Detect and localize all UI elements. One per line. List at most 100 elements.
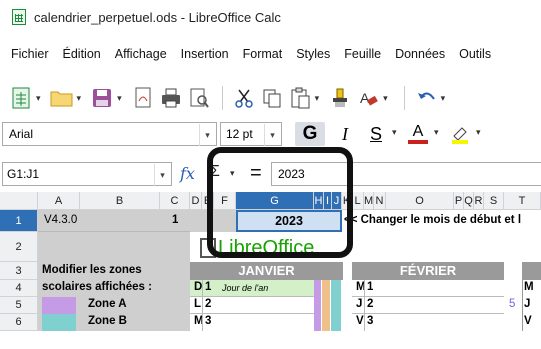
menu-insertion[interactable]: Insertion xyxy=(181,47,229,61)
day-feb-3: 3 xyxy=(367,315,374,327)
day-feb-1: 1 xyxy=(367,281,374,293)
column-header-b[interactable]: B xyxy=(80,192,160,210)
window-title: calendrier_perpetuel.ods - LibreOffice C… xyxy=(34,9,281,25)
undo-dropdown-icon[interactable]: ▾ xyxy=(441,93,446,104)
chevron-down-icon[interactable]: ▾ xyxy=(264,124,280,146)
column-header-l[interactable]: L xyxy=(352,192,364,210)
column-header-c[interactable]: C xyxy=(160,192,190,210)
grid-line xyxy=(522,280,523,331)
new-spreadsheet-icon[interactable] xyxy=(8,85,34,111)
version-label: V4.3.0 xyxy=(44,214,78,226)
font-size-combobox[interactable]: 12 pt ▾ xyxy=(220,122,282,146)
print-preview-icon[interactable] xyxy=(186,85,212,111)
print-icon[interactable] xyxy=(158,85,184,111)
clear-formatting-icon[interactable]: A xyxy=(355,85,381,111)
day-jan-1: 1 xyxy=(205,281,212,293)
row-header-6[interactable]: 6 xyxy=(0,314,38,331)
menu-fichier[interactable]: Fichier xyxy=(11,47,49,61)
column-header-n[interactable]: N xyxy=(374,192,386,210)
toolbar-separator xyxy=(221,86,223,110)
highlight-callout xyxy=(207,147,353,258)
column-header-o[interactable]: O xyxy=(386,192,454,210)
column-header-p[interactable]: P xyxy=(454,192,464,210)
zone-a-marker-column xyxy=(314,280,321,331)
column-header-q[interactable]: Q xyxy=(464,192,474,210)
row-header-2[interactable]: 2 xyxy=(0,232,38,262)
weekday-mar-3: V xyxy=(524,315,532,327)
menu-format[interactable]: Format xyxy=(243,47,283,61)
cut-icon[interactable] xyxy=(231,85,257,111)
highlight-color-button[interactable] xyxy=(447,122,473,146)
highlighter-icon xyxy=(452,127,468,144)
save-icon[interactable] xyxy=(89,85,115,111)
name-box[interactable]: G1:J1 ▾ xyxy=(2,162,172,186)
day-jan-3: 3 xyxy=(205,315,212,327)
column-header-r[interactable]: R xyxy=(474,192,484,210)
column-header-d[interactable]: D xyxy=(190,192,202,210)
row-header-1[interactable]: 1 xyxy=(0,210,38,232)
start-month-value[interactable]: 1 xyxy=(172,214,178,226)
select-all-corner[interactable] xyxy=(0,192,38,210)
grid-line xyxy=(352,313,504,314)
month-header-february: FÉVRIER xyxy=(352,262,504,280)
chevron-down-icon[interactable]: ▾ xyxy=(154,164,170,186)
row-divider xyxy=(38,231,190,232)
menu-affichage[interactable]: Affichage xyxy=(115,47,167,61)
open-dropdown-icon[interactable]: ▾ xyxy=(77,93,82,104)
save-dropdown-icon[interactable]: ▾ xyxy=(117,93,122,104)
toolbar-separator xyxy=(403,86,405,110)
chevron-down-icon[interactable]: ▾ xyxy=(199,124,215,146)
menu-styles[interactable]: Styles xyxy=(296,47,330,61)
menu-donnees[interactable]: Données xyxy=(395,47,445,61)
menu-bar: Fichier Édition Affichage Insertion Form… xyxy=(0,43,541,65)
paste-dropdown-icon[interactable]: ▾ xyxy=(315,93,320,104)
row-header-4[interactable]: 4 xyxy=(0,280,38,297)
font-color-dropdown-icon[interactable]: ▾ xyxy=(434,127,439,138)
weekday-jan-2: L xyxy=(194,298,202,310)
new-dropdown-icon[interactable]: ▾ xyxy=(36,93,41,104)
italic-button[interactable]: I xyxy=(333,122,357,146)
function-wizard-icon[interactable]: fx xyxy=(180,164,195,183)
grid-line xyxy=(190,313,314,314)
menu-outils[interactable]: Outils xyxy=(459,47,491,61)
row-header-3[interactable]: 3 xyxy=(0,262,38,280)
paste-icon[interactable] xyxy=(287,85,313,111)
calc-app-icon xyxy=(12,9,26,25)
holiday-name-jan-1: Jour de l'an xyxy=(222,283,269,293)
menu-feuille[interactable]: Feuille xyxy=(344,47,381,61)
zones-label-line1: Modifier les zones xyxy=(42,264,142,276)
grid-line xyxy=(202,280,203,331)
clear-dropdown-icon[interactable]: ▾ xyxy=(383,93,388,104)
export-pdf-icon[interactable] xyxy=(130,85,156,111)
font-name-combobox[interactable]: Arial ▾ xyxy=(2,122,217,146)
day-feb-2: 2 xyxy=(367,298,374,310)
menu-edition[interactable]: Édition xyxy=(63,47,101,61)
month-header-march xyxy=(522,262,541,280)
zone-a-swatch[interactable] xyxy=(42,297,76,314)
open-folder-icon[interactable] xyxy=(49,85,75,111)
clone-formatting-icon[interactable] xyxy=(327,85,353,111)
standard-toolbar: ▾ ▾ ▾ ▾ A ▾ ▾ xyxy=(0,78,541,118)
column-header-m[interactable]: M xyxy=(364,192,374,210)
zone-b-marker-column xyxy=(331,280,341,331)
instruction-text: << Changer le mois de début et l xyxy=(344,214,522,226)
weekday-mar-1: M xyxy=(524,281,534,293)
week-number: 5 xyxy=(509,298,516,310)
column-header-s[interactable]: S xyxy=(484,192,504,210)
underline-button[interactable]: S xyxy=(364,122,388,146)
column-header-t[interactable]: T xyxy=(504,192,541,210)
weekday-feb-3: V xyxy=(356,315,364,327)
underline-dropdown-icon[interactable]: ▾ xyxy=(392,127,397,138)
zones-label-line2: scolaires affichées : xyxy=(42,281,152,293)
weekday-feb-2: J xyxy=(356,298,363,310)
font-size-value: 12 pt xyxy=(226,127,253,141)
highlight-dropdown-icon[interactable]: ▾ xyxy=(476,127,481,138)
zone-c-marker-column xyxy=(322,280,330,331)
column-header-a[interactable]: A xyxy=(38,192,80,210)
font-color-button[interactable]: A xyxy=(405,122,431,146)
row-header-5[interactable]: 5 xyxy=(0,297,38,314)
undo-icon[interactable] xyxy=(413,85,439,111)
bold-button[interactable]: G xyxy=(295,122,325,146)
zone-b-swatch[interactable] xyxy=(42,314,76,331)
copy-icon[interactable] xyxy=(259,85,285,111)
